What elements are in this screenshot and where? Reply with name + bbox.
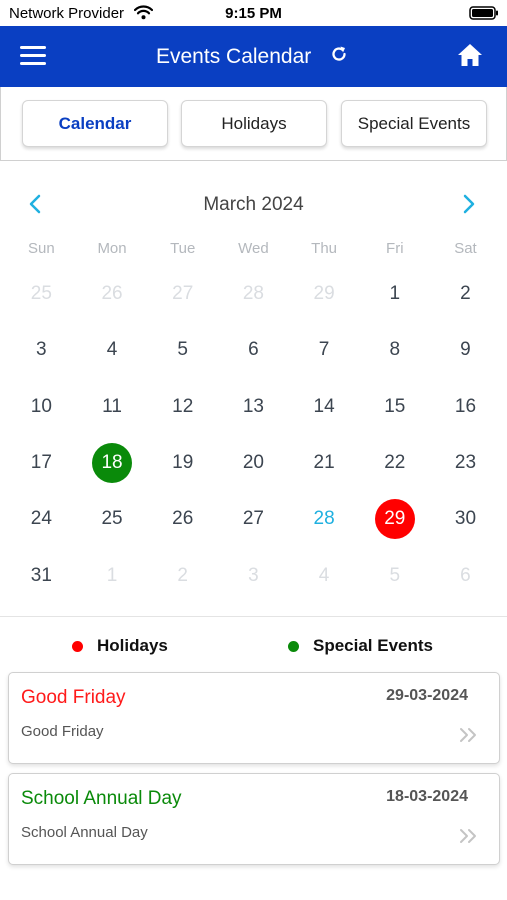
weekday-label: Fri bbox=[386, 240, 404, 257]
chevron-right-icon[interactable] bbox=[462, 194, 476, 219]
status-bar: Network Provider 9:15 PM bbox=[0, 0, 507, 26]
legend-holidays: Holidays bbox=[72, 636, 168, 656]
calendar-day[interactable]: 10 bbox=[6, 379, 77, 435]
calendar-day[interactable]: 20 bbox=[218, 435, 289, 491]
weekday-label: Sat bbox=[454, 240, 477, 257]
tab-holidays[interactable]: Holidays bbox=[181, 100, 327, 147]
weekday-label: Tue bbox=[170, 240, 196, 257]
calendar-day[interactable]: 29 bbox=[289, 266, 360, 322]
calendar-grid: 25 26 27 28 29 1 2 3 4 5 6 7 8 9 10 11 12 13 14 15 16 17 18 19 2… bbox=[6, 266, 501, 604]
event-date: 18-03-2024 bbox=[386, 788, 468, 805]
calendar-day[interactable]: 4 bbox=[289, 547, 360, 603]
weekday-label: Thu bbox=[311, 240, 338, 257]
calendar-day[interactable]: 27 bbox=[147, 266, 218, 322]
page-title: Events Calendar bbox=[156, 45, 312, 68]
event-date: 29-03-2024 bbox=[386, 687, 468, 704]
calendar-day[interactable]: 2 bbox=[147, 547, 218, 603]
calendar-day[interactable]: 6 bbox=[218, 322, 289, 378]
legend-special-events: Special Events bbox=[288, 636, 433, 656]
event-description: Good Friday bbox=[21, 723, 104, 740]
calendar-day[interactable]: 5 bbox=[359, 547, 430, 603]
calendar-day[interactable]: 5 bbox=[147, 322, 218, 378]
battery-icon bbox=[469, 6, 499, 25]
calendar-day[interactable]: 26 bbox=[147, 491, 218, 547]
calendar-day[interactable]: 24 bbox=[6, 491, 77, 547]
calendar-day[interactable]: 26 bbox=[77, 266, 148, 322]
legend-label: Holidays bbox=[97, 636, 168, 655]
day-marker: 18 bbox=[92, 443, 133, 484]
divider bbox=[0, 616, 507, 617]
double-chevron-right-icon[interactable] bbox=[459, 828, 479, 849]
event-card-good-friday[interactable]: Good Friday 29-03-2024 Good Friday bbox=[8, 672, 500, 764]
weekday-label: Wed bbox=[238, 240, 269, 257]
holiday-dot-icon bbox=[72, 640, 83, 652]
calendar-day[interactable]: 30 bbox=[430, 491, 501, 547]
calendar-day[interactable]: 1 bbox=[359, 266, 430, 322]
tab-bar: Calendar Holidays Special Events bbox=[0, 87, 507, 161]
month-navigation: March 2024 bbox=[0, 190, 507, 220]
event-title: Good Friday bbox=[21, 687, 126, 708]
calendar-day-holiday[interactable]: 29 bbox=[359, 491, 430, 547]
calendar-day[interactable]: 23 bbox=[430, 435, 501, 491]
calendar-day-today[interactable]: 28 bbox=[289, 491, 360, 547]
refresh-icon[interactable] bbox=[329, 44, 349, 69]
home-icon[interactable] bbox=[457, 43, 483, 72]
special-event-dot-icon bbox=[288, 640, 299, 652]
calendar-day[interactable]: 25 bbox=[77, 491, 148, 547]
calendar-day[interactable]: 19 bbox=[147, 435, 218, 491]
month-title: March 2024 bbox=[203, 194, 304, 215]
calendar-day[interactable]: 9 bbox=[430, 322, 501, 378]
calendar-day[interactable]: 8 bbox=[359, 322, 430, 378]
calendar-day[interactable]: 14 bbox=[289, 379, 360, 435]
calendar-day[interactable]: 22 bbox=[359, 435, 430, 491]
menu-icon[interactable] bbox=[20, 46, 46, 68]
status-time: 9:15 PM bbox=[225, 5, 282, 22]
event-card-school-annual-day[interactable]: School Annual Day 18-03-2024 School Annu… bbox=[8, 773, 500, 865]
tab-special-events[interactable]: Special Events bbox=[341, 100, 487, 147]
calendar-day[interactable]: 2 bbox=[430, 266, 501, 322]
calendar-day[interactable]: 16 bbox=[430, 379, 501, 435]
calendar-day[interactable]: 6 bbox=[430, 547, 501, 603]
legend-label: Special Events bbox=[313, 636, 434, 655]
tab-calendar[interactable]: Calendar bbox=[22, 100, 168, 147]
calendar-day[interactable]: 15 bbox=[359, 379, 430, 435]
calendar-day[interactable]: 12 bbox=[147, 379, 218, 435]
calendar-day[interactable]: 17 bbox=[6, 435, 77, 491]
calendar-day[interactable]: 11 bbox=[77, 379, 148, 435]
calendar-day[interactable]: 7 bbox=[289, 322, 360, 378]
weekday-label: Mon bbox=[97, 240, 127, 257]
calendar-day[interactable]: 3 bbox=[6, 322, 77, 378]
calendar-day[interactable]: 31 bbox=[6, 547, 77, 603]
day-marker: 29 bbox=[374, 499, 415, 540]
calendar-day[interactable]: 4 bbox=[77, 322, 148, 378]
calendar-day[interactable]: 27 bbox=[218, 491, 289, 547]
calendar-day[interactable]: 25 bbox=[6, 266, 77, 322]
calendar-day-special-event[interactable]: 18 bbox=[77, 435, 148, 491]
app-header: Events Calendar bbox=[0, 26, 507, 87]
calendar-day[interactable]: 1 bbox=[77, 547, 148, 603]
event-title: School Annual Day bbox=[21, 788, 182, 809]
calendar-day[interactable]: 13 bbox=[218, 379, 289, 435]
calendar-day[interactable]: 28 bbox=[218, 266, 289, 322]
weekday-label: Sun bbox=[27, 240, 55, 257]
calendar-day[interactable]: 21 bbox=[289, 435, 360, 491]
weekday-header: Sun Mon Tue Wed Thu Fri Sat bbox=[6, 240, 501, 257]
calendar-day[interactable]: 3 bbox=[218, 547, 289, 603]
event-description: School Annual Day bbox=[21, 824, 148, 841]
double-chevron-right-icon[interactable] bbox=[459, 727, 479, 748]
